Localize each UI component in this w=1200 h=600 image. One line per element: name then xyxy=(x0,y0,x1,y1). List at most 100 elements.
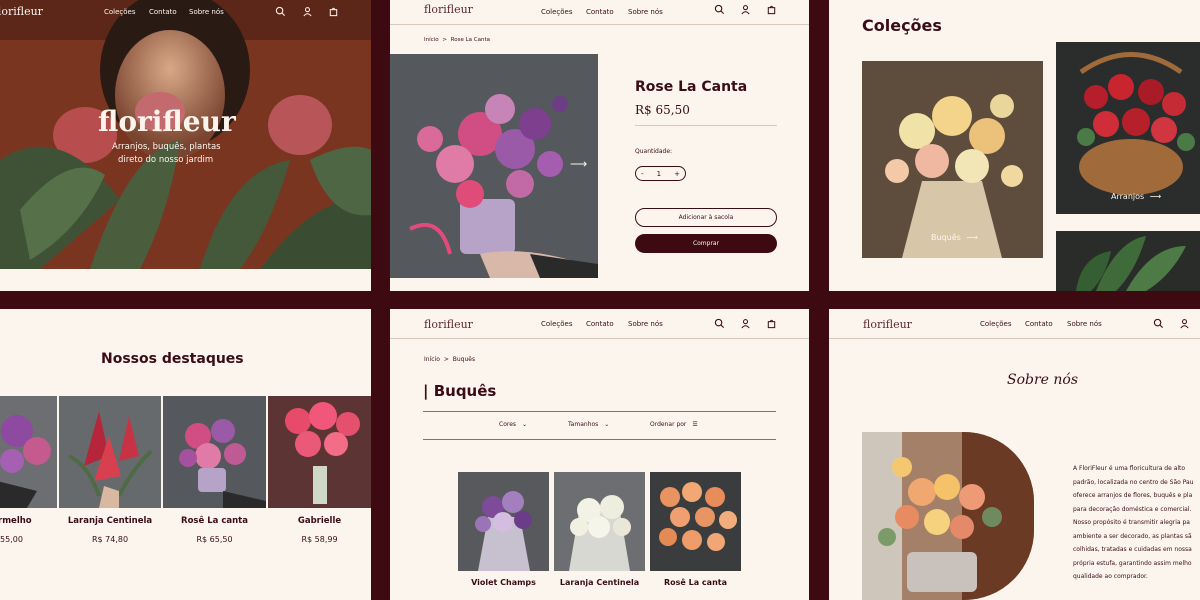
hero-panel: florifleur Coleções Contato Sobre nós fl… xyxy=(0,0,371,291)
nav-logo[interactable]: florifleur xyxy=(424,3,473,16)
highlight-image-art xyxy=(0,396,57,508)
highlight-name[interactable]: rmelho xyxy=(0,516,32,526)
user-icon[interactable] xyxy=(740,318,751,329)
about-text-line: A FloriFleur é uma floricultura de alto xyxy=(1073,465,1186,472)
filter-label: Cores xyxy=(499,421,517,428)
nav-link-sobre[interactable]: Sobre nós xyxy=(189,8,224,16)
nav-divider xyxy=(390,24,809,25)
highlight-image[interactable] xyxy=(163,396,266,508)
breadcrumb-current: Buquês xyxy=(452,356,476,363)
chevron-down-icon: ⌄ xyxy=(604,421,610,428)
highlight-price: R$ 65,50 xyxy=(196,535,233,544)
bouquet-name[interactable]: Violet Champs xyxy=(458,578,549,587)
nav-link-sobre[interactable]: Sobre nós xyxy=(628,8,663,16)
arrow-right-icon: ⟶ xyxy=(966,233,978,242)
breadcrumb-separator: > xyxy=(442,37,447,43)
highlight-name[interactable]: Gabrielle xyxy=(268,516,371,526)
bouquet-image[interactable] xyxy=(458,472,549,571)
nav-link-colecoes[interactable]: Coleções xyxy=(980,320,1012,328)
about-panel: florifleur Coleções Contato Sobre nós So… xyxy=(829,309,1200,600)
sort-label: Ordenar por xyxy=(650,421,687,428)
collection-name: Buquês xyxy=(931,233,961,242)
sort-control[interactable]: Ordenar por ☰ xyxy=(650,421,698,428)
collection-arranjos-image xyxy=(1056,42,1200,214)
about-text-line: ambiente a ser decorado, as plantas sã xyxy=(1073,532,1192,540)
nav-link-sobre[interactable]: Sobre nós xyxy=(628,320,663,328)
collection-label-arranjos[interactable]: Arranjos ⟶ xyxy=(1111,192,1161,201)
nav-logo[interactable]: florifleur xyxy=(0,5,43,18)
about-title: Sobre nós xyxy=(1007,372,1079,388)
nav-link-contato[interactable]: Contato xyxy=(586,320,614,328)
gallery-next-arrow[interactable]: ⟶ xyxy=(570,157,587,171)
collection-buques-image xyxy=(862,61,1043,258)
about-image xyxy=(862,432,1034,600)
collection-label-buques[interactable]: Buquês ⟶ xyxy=(931,233,978,242)
bouquets-navbar: florifleur Coleções Contato Sobre nós xyxy=(390,309,809,339)
user-icon[interactable] xyxy=(302,6,313,17)
nav-link-sobre[interactable]: Sobre nós xyxy=(1067,320,1102,328)
bouquet-image[interactable] xyxy=(554,472,645,571)
bouquets-panel: florifleur Coleções Contato Sobre nós In… xyxy=(390,309,809,600)
filter-divider-bottom xyxy=(423,439,776,440)
chevron-down-icon: ⌄ xyxy=(521,421,527,428)
nav-logo[interactable]: florifleur xyxy=(863,318,912,331)
quantity-value[interactable]: 1 xyxy=(657,170,661,178)
highlight-image-art xyxy=(268,396,371,508)
search-icon[interactable] xyxy=(1153,318,1164,329)
bouquet-name[interactable]: Rosê La canta xyxy=(650,578,741,587)
filter-cores[interactable]: Cores ⌄ xyxy=(499,421,527,428)
quantity-label: Quantidade: xyxy=(635,148,673,155)
highlight-price: 55,00 xyxy=(0,535,23,544)
bouquets-title: | Buquês xyxy=(423,382,497,400)
bag-icon[interactable] xyxy=(766,4,777,15)
product-name: Rose La Canta xyxy=(635,79,748,95)
highlight-name[interactable]: Rosê La canta xyxy=(163,516,266,526)
quantity-increment-button[interactable]: + xyxy=(674,170,680,178)
product-image-art xyxy=(390,54,598,278)
nav-link-colecoes[interactable]: Coleções xyxy=(104,8,136,16)
quantity-decrement-button[interactable]: - xyxy=(641,170,644,178)
nav-logo[interactable]: florifleur xyxy=(424,318,473,331)
collection-card-arranjos[interactable]: Arranjos ⟶ xyxy=(1056,42,1200,214)
breadcrumb: Início > Rose La Canta xyxy=(424,37,490,43)
bag-icon[interactable] xyxy=(328,6,339,17)
breadcrumb-home[interactable]: Início xyxy=(424,356,440,363)
sort-lines-icon: ☰ xyxy=(692,421,698,428)
about-text-line: própria estufa, garantindo assim melho xyxy=(1073,559,1192,567)
search-icon[interactable] xyxy=(714,4,725,15)
arrow-right-icon: ⟶ xyxy=(1149,192,1162,201)
collection-plantas-image xyxy=(1056,231,1200,291)
breadcrumb-home[interactable]: Início xyxy=(424,37,439,43)
hero-title: florifleur xyxy=(98,105,236,138)
user-icon[interactable] xyxy=(740,4,751,15)
search-icon[interactable] xyxy=(714,318,725,329)
hero-subtitle-1: Arranjos, buquês, plantas xyxy=(112,142,221,152)
nav-link-colecoes[interactable]: Coleções xyxy=(541,8,573,16)
highlight-image-art xyxy=(163,396,266,508)
buy-button[interactable]: Comprar xyxy=(635,234,777,253)
add-to-cart-button[interactable]: Adicionar à sacola xyxy=(635,208,777,227)
filter-tamanhos[interactable]: Tamanhos ⌄ xyxy=(568,421,609,428)
nav-link-colecoes[interactable]: Coleções xyxy=(541,320,573,328)
bouquet-image-art xyxy=(650,472,741,571)
bouquet-image[interactable] xyxy=(650,472,741,571)
highlight-image[interactable] xyxy=(268,396,371,508)
collection-card-plantas[interactable] xyxy=(1056,231,1200,291)
highlight-image[interactable] xyxy=(0,396,57,508)
highlight-image[interactable] xyxy=(59,396,161,508)
bouquet-name[interactable]: Laranja Centinela xyxy=(554,578,645,587)
search-icon[interactable] xyxy=(275,6,286,17)
filter-label: Tamanhos xyxy=(568,421,599,428)
bag-icon[interactable] xyxy=(766,318,777,329)
user-icon[interactable] xyxy=(1179,318,1190,329)
breadcrumb-current: Rose La Canta xyxy=(450,37,491,43)
nav-link-contato[interactable]: Contato xyxy=(586,8,614,16)
nav-link-contato[interactable]: Contato xyxy=(1025,320,1053,328)
about-text-line: Nosso propósito é transmitir alegria pa xyxy=(1073,519,1190,526)
highlight-name[interactable]: Laranja Centinela xyxy=(59,516,161,526)
quantity-stepper[interactable]: - 1 + xyxy=(635,166,686,181)
about-navbar: florifleur Coleções Contato Sobre nós xyxy=(829,309,1200,339)
collection-card-buques[interactable]: Buquês ⟶ xyxy=(862,61,1043,258)
about-image-art xyxy=(862,432,1034,600)
nav-link-contato[interactable]: Contato xyxy=(149,8,177,16)
